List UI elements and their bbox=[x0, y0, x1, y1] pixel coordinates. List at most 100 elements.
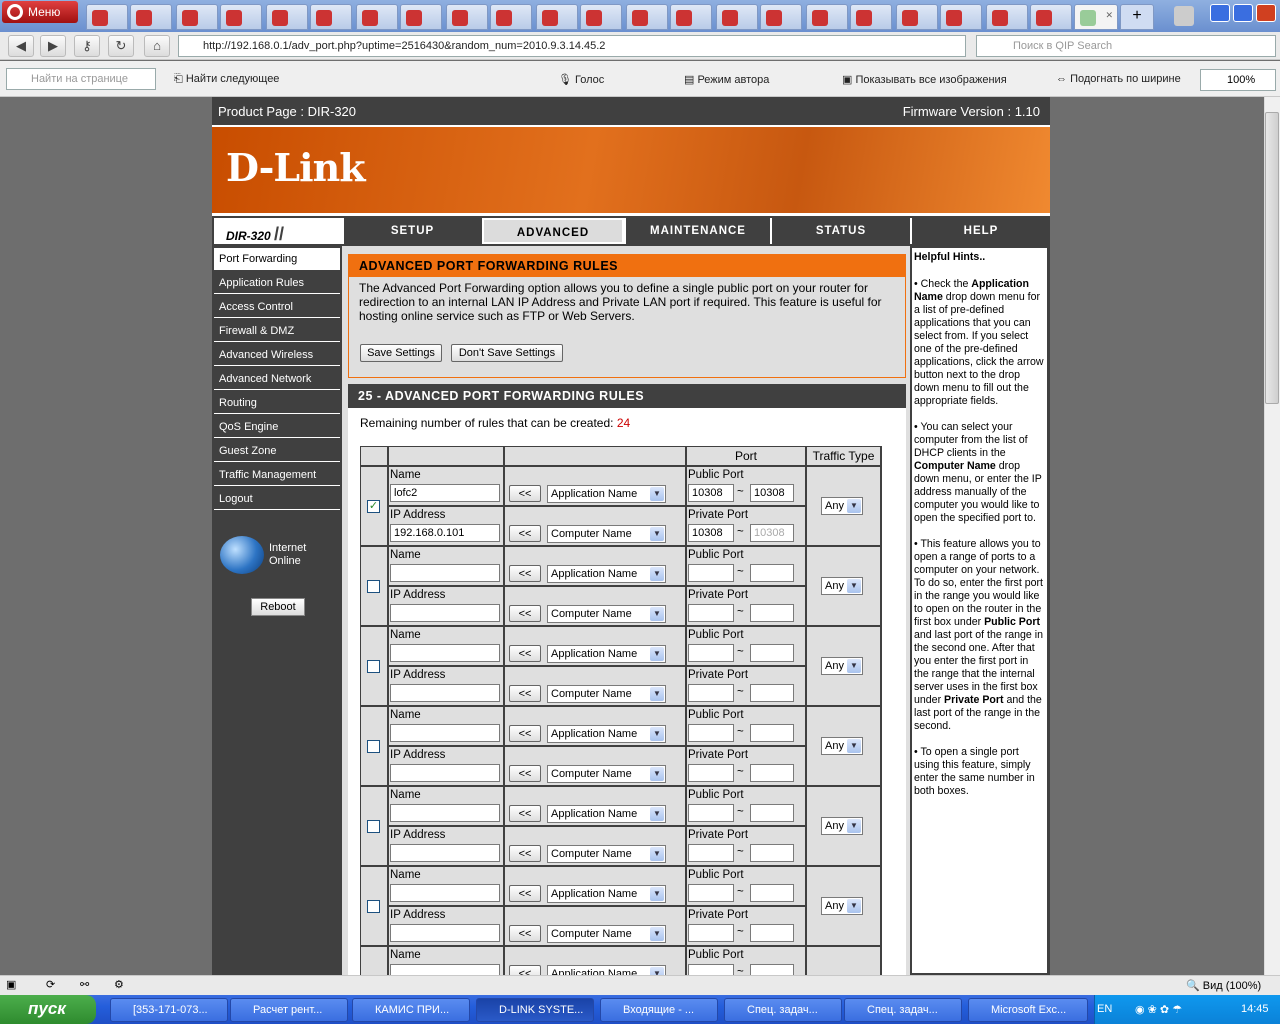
settings-icon[interactable]: ⚙ bbox=[114, 978, 124, 991]
panel-toggle-icon[interactable]: ▣ bbox=[6, 978, 16, 991]
application-name-select[interactable]: Application Name ▼ bbox=[547, 805, 666, 823]
application-name-select[interactable]: Application Name ▼ bbox=[547, 965, 666, 975]
taskbar-item[interactable]: Входящие - ... bbox=[600, 998, 718, 1022]
close-window-icon[interactable] bbox=[1256, 4, 1276, 22]
author-mode-button[interactable]: ▤ Режим автора bbox=[684, 73, 769, 86]
address-bar[interactable]: http://192.168.0.1/adv_port.php?uptime=2… bbox=[178, 35, 966, 57]
sidebar-item[interactable]: Firewall & DMZ bbox=[214, 320, 340, 342]
public-port-end[interactable] bbox=[750, 644, 794, 662]
scrollbar-thumb[interactable] bbox=[1265, 112, 1279, 404]
browser-tab[interactable] bbox=[626, 4, 668, 30]
reload-icon[interactable]: ↻ bbox=[108, 35, 134, 57]
browser-tab[interactable] bbox=[760, 4, 802, 30]
browser-tab[interactable] bbox=[400, 4, 442, 30]
private-port-start[interactable] bbox=[688, 604, 734, 622]
taskbar-item[interactable]: Спец. задач... bbox=[724, 998, 842, 1022]
browser-tab[interactable] bbox=[940, 4, 982, 30]
sidebar-item[interactable]: QoS Engine bbox=[214, 416, 340, 438]
public-port-start[interactable] bbox=[688, 884, 734, 902]
browser-tab[interactable] bbox=[716, 4, 758, 30]
public-port-end[interactable]: 10308 bbox=[750, 484, 794, 502]
private-port-start[interactable] bbox=[688, 924, 734, 942]
browser-tab[interactable] bbox=[580, 4, 622, 30]
find-input[interactable]: Найти на странице bbox=[6, 68, 156, 90]
back-icon[interactable]: ◀ bbox=[8, 35, 34, 57]
sidebar-item[interactable]: Port Forwarding bbox=[214, 248, 340, 270]
public-port-start[interactable] bbox=[688, 804, 734, 822]
public-port-end[interactable] bbox=[750, 964, 794, 975]
trash-icon[interactable] bbox=[1174, 6, 1194, 26]
taskbar-item[interactable]: [353-171-073... bbox=[110, 998, 228, 1022]
public-port-start[interactable] bbox=[688, 644, 734, 662]
minimize-icon[interactable] bbox=[1210, 4, 1230, 22]
application-name-select[interactable]: Application Name ▼ bbox=[547, 645, 666, 663]
fit-width-button[interactable]: ⇔ Подогнать по ширине bbox=[1056, 73, 1181, 85]
browser-tab[interactable] bbox=[356, 4, 398, 30]
taskbar-item[interactable]: Microsoft Exc... bbox=[968, 998, 1088, 1022]
browser-tab[interactable] bbox=[130, 4, 172, 30]
traffic-type-select[interactable]: Any ▼ bbox=[821, 737, 863, 755]
application-name-select[interactable]: Application Name ▼ bbox=[547, 885, 666, 903]
sidebar-item[interactable]: Application Rules bbox=[214, 272, 340, 294]
fill-app-button[interactable]: << bbox=[509, 725, 541, 742]
enable-checkbox[interactable]: ✓ bbox=[367, 500, 380, 513]
browser-tab[interactable] bbox=[1030, 4, 1072, 30]
traffic-type-select[interactable]: Any ▼ bbox=[821, 897, 863, 915]
tab-status[interactable]: STATUS bbox=[770, 218, 910, 244]
tab-advanced[interactable]: ADVANCED bbox=[482, 218, 624, 244]
ip-address-field[interactable] bbox=[390, 924, 500, 942]
fill-app-button[interactable]: << bbox=[509, 885, 541, 902]
fill-computer-button[interactable]: << bbox=[509, 925, 541, 942]
fill-app-button[interactable]: << bbox=[509, 805, 541, 822]
fill-app-button[interactable]: << bbox=[509, 565, 541, 582]
fill-computer-button[interactable]: << bbox=[509, 605, 541, 622]
ip-address-field[interactable] bbox=[390, 844, 500, 862]
reboot-button[interactable]: Reboot bbox=[251, 598, 305, 616]
public-port-end[interactable] bbox=[750, 564, 794, 582]
fill-computer-button[interactable]: << bbox=[509, 525, 541, 542]
name-field[interactable] bbox=[390, 724, 500, 742]
traffic-type-select[interactable]: Any ▼ bbox=[821, 657, 863, 675]
browser-tab[interactable] bbox=[266, 4, 308, 30]
save-settings-button[interactable]: Save Settings bbox=[360, 344, 442, 362]
share-icon[interactable]: ⚯ bbox=[80, 978, 89, 991]
sidebar-item[interactable]: Advanced Network bbox=[214, 368, 340, 390]
private-port-start[interactable]: 10308 bbox=[688, 524, 734, 542]
sidebar-item[interactable]: Routing bbox=[214, 392, 340, 414]
name-field[interactable] bbox=[390, 964, 500, 975]
key-icon[interactable]: ⚷ bbox=[74, 35, 100, 57]
traffic-type-select[interactable]: Any ▼ bbox=[821, 577, 863, 595]
fill-app-button[interactable]: << bbox=[509, 965, 541, 975]
fill-app-button[interactable]: << bbox=[509, 645, 541, 662]
computer-name-select[interactable]: Computer Name ▼ bbox=[547, 685, 666, 703]
browser-tab[interactable] bbox=[310, 4, 352, 30]
computer-name-select[interactable]: Computer Name ▼ bbox=[547, 525, 666, 543]
status-zoom[interactable]: 🔍 Вид (100%) bbox=[1186, 979, 1261, 992]
private-port-end[interactable] bbox=[750, 844, 794, 862]
browser-tab[interactable] bbox=[490, 4, 532, 30]
browser-tab[interactable]: ✕ bbox=[1074, 4, 1118, 30]
name-field[interactable] bbox=[390, 804, 500, 822]
browser-tab[interactable] bbox=[176, 4, 218, 30]
language-indicator[interactable]: EN bbox=[1097, 1003, 1112, 1015]
name-field[interactable]: lofc2 bbox=[390, 484, 500, 502]
application-name-select[interactable]: Application Name ▼ bbox=[547, 565, 666, 583]
name-field[interactable] bbox=[390, 564, 500, 582]
home-icon[interactable]: ⌂ bbox=[144, 35, 170, 57]
browser-tab[interactable] bbox=[850, 4, 892, 30]
browser-tab[interactable] bbox=[670, 4, 712, 30]
find-next-button[interactable]: ⎗ Найти следующее bbox=[174, 73, 279, 86]
application-name-select[interactable]: Application Name ▼ bbox=[547, 725, 666, 743]
taskbar-item[interactable]: Расчет рент... bbox=[230, 998, 348, 1022]
tab-maintenance[interactable]: MAINTENANCE bbox=[624, 218, 770, 244]
fill-app-button[interactable]: << bbox=[509, 485, 541, 502]
opera-menu-button[interactable]: Меню bbox=[2, 1, 78, 23]
browser-tab[interactable] bbox=[220, 4, 262, 30]
public-port-end[interactable] bbox=[750, 884, 794, 902]
sidebar-item[interactable]: Advanced Wireless bbox=[214, 344, 340, 366]
name-field[interactable] bbox=[390, 884, 500, 902]
enable-checkbox[interactable] bbox=[367, 580, 380, 593]
show-images-button[interactable]: ▣ Показывать все изображения bbox=[842, 73, 1007, 86]
private-port-end[interactable] bbox=[750, 604, 794, 622]
ip-address-field[interactable] bbox=[390, 764, 500, 782]
